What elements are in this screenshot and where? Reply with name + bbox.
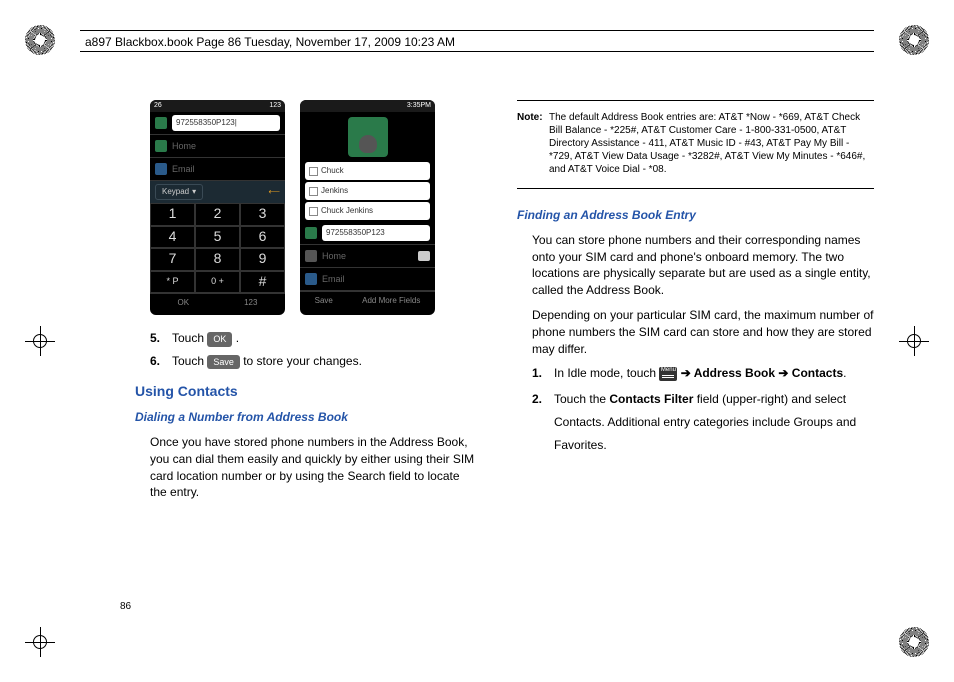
step-2-right: 2. Touch the Contacts Filter field (uppe… (532, 388, 874, 456)
subsection-heading: Dialing a Number from Address Book (135, 409, 477, 426)
note-block: Note: The default Address Book entries a… (517, 107, 874, 182)
step-5: 5. Touch OK . (150, 330, 477, 347)
cropmark-top-left (25, 25, 55, 55)
cropmark-left (25, 326, 55, 356)
cropmark-top-right (899, 25, 929, 55)
paragraph-sim: Depending on your particular SIM card, t… (532, 307, 874, 357)
step-6: 6. Touch Save to store your changes. (150, 353, 477, 370)
ok-button-graphic: OK (207, 332, 232, 347)
cropmark-bottom-right (899, 627, 929, 657)
page-body: 26123 972558350P123| Home Email Keypad ▾… (120, 100, 874, 622)
cropmark-right (899, 326, 929, 356)
page-number: 86 (120, 601, 131, 612)
phone-screenshot-contact: 3:35PM Chuck Jenkins Chuck Jenkins 97255… (300, 100, 435, 315)
cropmark-bottom-left (25, 627, 55, 657)
save-button-graphic: Save (207, 355, 240, 370)
page-header: a897 Blackbox.book Page 86 Tuesday, Nove… (80, 30, 874, 52)
left-column: 26123 972558350P123| Home Email Keypad ▾… (120, 100, 477, 622)
subsection-heading-finding: Finding an Address Book Entry (517, 207, 874, 224)
menu-icon: Menu (659, 367, 677, 381)
paragraph-store: You can store phone numbers and their co… (532, 232, 874, 299)
step-1-right: 1. In Idle mode, touch Menu ➔ Address Bo… (532, 365, 874, 382)
right-column: Note: The default Address Book entries a… (517, 100, 874, 622)
phone-screenshot-keypad: 26123 972558350P123| Home Email Keypad ▾… (150, 100, 285, 315)
phone-screenshots: 26123 972558350P123| Home Email Keypad ▾… (150, 100, 477, 315)
paragraph-dialing: Once you have stored phone numbers in th… (150, 434, 477, 501)
section-heading: Using Contacts (135, 382, 477, 402)
